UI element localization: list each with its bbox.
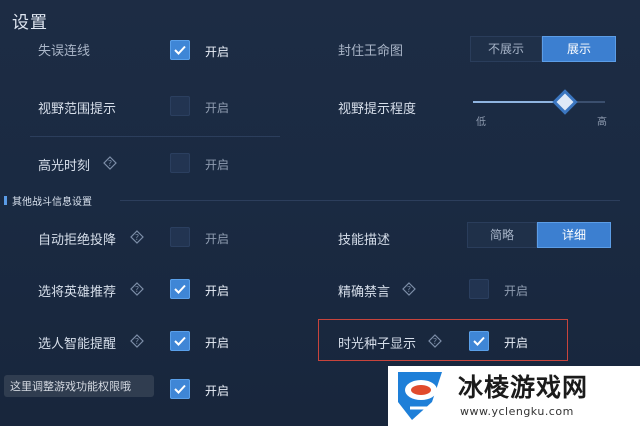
help-icon[interactable]: ? [428, 334, 442, 348]
slider-fill [473, 101, 566, 103]
row-smart-remind-value: 开启 [205, 336, 230, 350]
row-hero-recommend-label: 选将英雄推荐 [38, 285, 117, 300]
svg-text:?: ? [135, 233, 139, 242]
help-icon[interactable]: ? [103, 156, 117, 170]
svg-text:?: ? [135, 285, 139, 294]
row-auto-reject-value: 开启 [205, 232, 230, 246]
checkbox-hero-recommend[interactable] [170, 279, 190, 299]
watermark-title: 冰棱游戏网 [458, 373, 589, 402]
svg-text:?: ? [433, 337, 437, 346]
check-icon [174, 336, 186, 346]
svg-text:?: ? [108, 159, 112, 168]
svg-text:?: ? [407, 285, 411, 294]
row-bottom-value: 开启 [205, 384, 230, 398]
checkbox-precise-ban[interactable] [469, 279, 489, 299]
checkbox-lose-link[interactable] [170, 40, 190, 60]
window-title: 设置 [12, 13, 48, 33]
section-marker [4, 196, 7, 205]
checkbox-time-seed[interactable] [469, 331, 489, 351]
section-divider [120, 200, 620, 201]
slider-high-label: 高 [597, 117, 607, 128]
skill-desc-label: 技能描述 [338, 233, 391, 248]
watermark-url: www.yclengku.com [460, 405, 574, 418]
row-hero-recommend-value: 开启 [205, 284, 230, 298]
watermark-logo-icon [398, 372, 442, 420]
row-lose-link-value: 开启 [205, 45, 230, 59]
time-seed-label: 时光种子显示 [338, 337, 417, 352]
slider-knob[interactable] [556, 93, 574, 111]
check-icon [174, 384, 186, 394]
precise-ban-value: 开启 [504, 284, 529, 298]
row-lose-link-label: 失误连线 [38, 44, 91, 59]
segment-option-brief[interactable]: 简略 [467, 222, 537, 248]
row-divider [30, 136, 280, 137]
checkbox-smart-remind[interactable] [170, 331, 190, 351]
checkbox-vision-range[interactable] [170, 96, 190, 116]
check-icon [473, 336, 485, 346]
checkbox-auto-reject[interactable] [170, 227, 190, 247]
top-right-label: 封住王命图 [338, 44, 404, 59]
row-auto-reject-label: 自动拒绝投降 [38, 233, 117, 248]
tooltip-text: 这里调整游戏功能权限哦 [10, 380, 131, 393]
row-highlight-label: 高光时刻 [38, 159, 91, 174]
help-icon[interactable]: ? [402, 282, 416, 296]
row-smart-remind-label: 选人智能提醒 [38, 337, 117, 352]
checkbox-highlight[interactable] [170, 153, 190, 173]
checkbox-bottom-row[interactable] [170, 379, 190, 399]
segment-option-detail[interactable]: 详细 [537, 222, 611, 248]
help-icon[interactable]: ? [130, 282, 144, 296]
time-seed-value: 开启 [504, 336, 529, 350]
help-icon[interactable]: ? [130, 334, 144, 348]
row-highlight-value: 开启 [205, 158, 230, 172]
segment-option-show[interactable]: 展示 [542, 36, 616, 62]
check-icon [174, 45, 186, 55]
slider-low-label: 低 [476, 117, 486, 128]
precise-ban-label: 精确禁言 [338, 285, 391, 300]
check-icon [174, 284, 186, 294]
vision-degree-label: 视野提示程度 [338, 102, 417, 117]
section-title: 其他战斗信息设置 [12, 197, 92, 208]
segment-option-hide[interactable]: 不展示 [470, 36, 542, 62]
skill-desc-segmented: 简略 详细 [467, 222, 611, 248]
top-right-segmented: 不展示 展示 [470, 36, 616, 62]
help-icon[interactable]: ? [130, 230, 144, 244]
row-vision-range-value: 开启 [205, 101, 230, 115]
svg-text:?: ? [135, 337, 139, 346]
row-vision-range-label: 视野范围提示 [38, 102, 117, 117]
